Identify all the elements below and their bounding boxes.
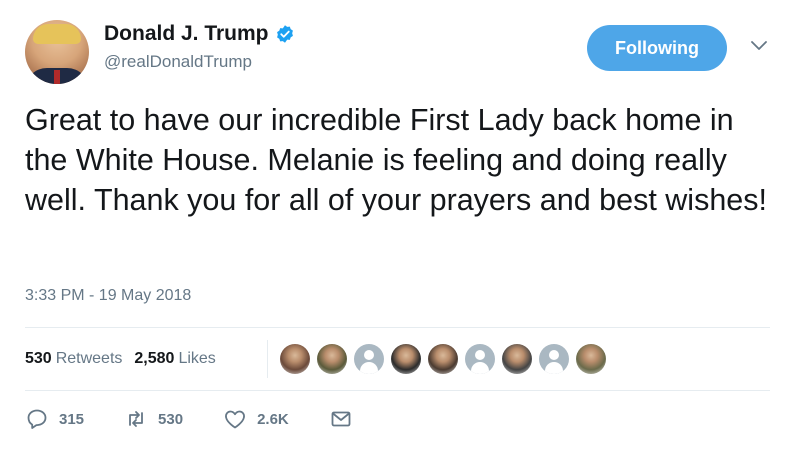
tweet-text: Great to have our incredible First Lady …	[25, 103, 767, 217]
chevron-down-icon[interactable]	[750, 40, 768, 52]
direct-message-action[interactable]	[329, 407, 353, 431]
liker-avatar[interactable]	[280, 344, 310, 374]
author-avatar[interactable]	[25, 20, 89, 84]
likes-label: Likes	[178, 350, 216, 367]
following-button[interactable]: Following	[587, 25, 727, 71]
stats-divider	[267, 340, 268, 378]
liker-avatar[interactable]	[428, 344, 458, 374]
liker-avatar[interactable]	[391, 344, 421, 374]
divider-top	[25, 327, 770, 328]
avatar-tie	[54, 70, 60, 84]
name-row: Donald J. Trump	[104, 22, 295, 46]
liker-avatar[interactable]	[317, 344, 347, 374]
author-handle[interactable]: @realDonaldTrump	[104, 52, 295, 72]
liker-avatars	[280, 344, 613, 374]
retweets-count: 530	[25, 350, 52, 367]
liker-avatar[interactable]	[576, 344, 606, 374]
engagement-stats: 530 Retweets 2,580 Likes	[25, 350, 228, 368]
divider-bottom	[25, 390, 770, 391]
verified-badge-icon	[276, 25, 293, 43]
display-name[interactable]: Donald J. Trump	[104, 22, 269, 46]
reply-count: 315	[59, 410, 85, 428]
likes-stat[interactable]: 2,580 Likes	[134, 350, 215, 368]
avatar-hair	[33, 24, 81, 44]
retweets-label: Retweets	[55, 350, 123, 367]
envelope-icon	[331, 411, 351, 427]
retweet-count: 530	[158, 410, 184, 428]
author-info: Donald J. Trump @realDonaldTrump	[104, 22, 295, 72]
retweet-icon	[129, 411, 143, 427]
tweet-actions: 315 530 2.6K	[25, 407, 393, 431]
retweet-action[interactable]: 530	[124, 407, 183, 431]
heart-icon	[225, 410, 245, 429]
like-count: 2.6K	[257, 410, 289, 428]
liker-avatar[interactable]	[465, 344, 495, 374]
likes-count: 2,580	[134, 350, 175, 367]
like-action[interactable]: 2.6K	[223, 407, 289, 431]
reply-action[interactable]: 315	[25, 407, 84, 431]
retweets-stat[interactable]: 530 Retweets	[25, 350, 122, 368]
liker-avatar[interactable]	[502, 344, 532, 374]
liker-avatar[interactable]	[539, 344, 569, 374]
reply-icon	[27, 409, 47, 429]
liker-avatar[interactable]	[354, 344, 384, 374]
tweet-timestamp[interactable]: 3:33 PM - 19 May 2018	[25, 287, 191, 305]
